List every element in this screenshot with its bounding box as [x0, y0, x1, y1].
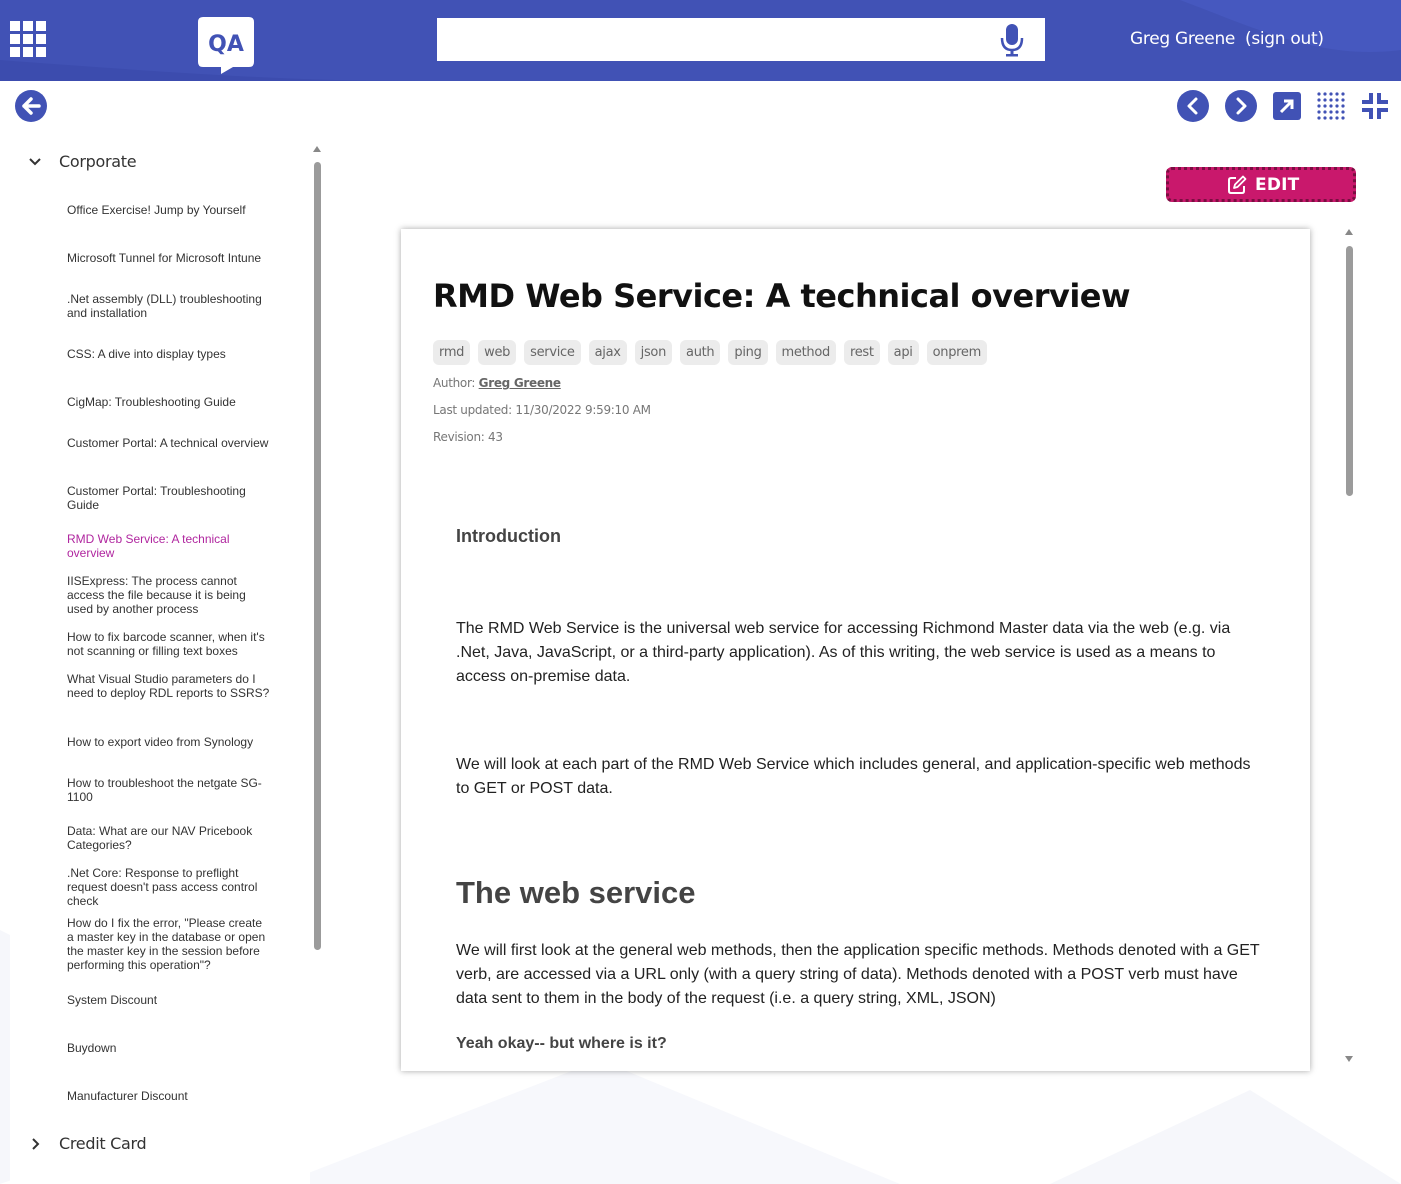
chevron-left-icon — [1187, 97, 1198, 115]
back-button[interactable] — [15, 90, 47, 122]
edit-button[interactable]: EDIT — [1166, 167, 1356, 202]
next-button[interactable] — [1225, 90, 1257, 122]
tag[interactable]: method — [775, 340, 836, 365]
open-external-icon[interactable] — [1272, 91, 1302, 121]
category-corporate[interactable]: Corporate — [10, 147, 310, 177]
category-credit-card[interactable]: Credit Card — [10, 1129, 310, 1159]
sidebar-item[interactable]: Customer Portal: Troubleshooting Guide — [67, 484, 272, 512]
grid-dots-icon[interactable] — [1316, 91, 1346, 121]
intro-paragraph-2: We will look at each part of the RMD Web… — [456, 756, 1251, 797]
tag[interactable]: web — [478, 340, 517, 365]
tag[interactable]: ping — [728, 340, 768, 365]
microphone-icon[interactable] — [1000, 23, 1024, 57]
logo-bubble-icon: QA — [198, 17, 254, 74]
sidebar-item[interactable]: How to fix barcode scanner, when it's no… — [67, 630, 272, 658]
sidebar-item[interactable]: Office Exercise! Jump by Yourself — [67, 203, 272, 217]
author-line: Author: Greg Greene — [433, 376, 561, 390]
article-scrollbar-thumb[interactable] — [1346, 246, 1353, 496]
logo-text: QA — [208, 32, 244, 57]
sidebar-item[interactable]: How do I fix the error, "Please create a… — [67, 916, 272, 972]
tag[interactable]: onprem — [926, 340, 987, 365]
sidebar-item-active[interactable]: RMD Web Service: A technical overview — [67, 532, 272, 560]
sidebar-item[interactable]: System Discount — [67, 993, 272, 1007]
sidebar-item[interactable]: How to export video from Synology — [67, 735, 272, 749]
author-link[interactable]: Greg Greene — [479, 376, 561, 390]
previous-button[interactable] — [1177, 90, 1209, 122]
sidebar-item[interactable]: How to troubleshoot the netgate SG-1100 — [67, 776, 272, 804]
user-name[interactable]: Greg Greene — [1130, 29, 1235, 49]
tag[interactable]: service — [524, 340, 581, 365]
tag[interactable]: ajax — [588, 340, 627, 365]
article-scroll-up[interactable] — [1345, 229, 1353, 235]
sidebar-scroll-up[interactable] — [313, 146, 321, 152]
sidebar-item[interactable]: IISExpress: The process cannot access th… — [67, 574, 272, 616]
article-title: RMD Web Service: A technical overview — [433, 277, 1131, 315]
sidebar-item[interactable]: Buydown — [67, 1041, 272, 1055]
tag[interactable]: api — [887, 340, 919, 365]
sidebar-item[interactable]: .Net Core: Response to preflight request… — [67, 866, 272, 908]
intro-heading: Introduction — [456, 526, 561, 546]
sidebar-item[interactable]: CigMap: Troubleshooting Guide — [67, 395, 272, 409]
search-box — [437, 18, 1045, 61]
last-updated: Last updated: 11/30/2022 9:59:10 AM — [433, 403, 651, 417]
sidebar-item[interactable]: Customer Portal: A technical overview — [67, 436, 272, 450]
apps-grid-icon[interactable] — [10, 21, 47, 58]
tag[interactable]: auth — [680, 340, 721, 365]
search-input[interactable] — [437, 18, 1011, 61]
tag[interactable]: rest — [843, 340, 880, 365]
edit-pencil-icon — [1228, 175, 1247, 194]
sidebar-item[interactable]: What Visual Studio parameters do I need … — [67, 672, 272, 700]
collapse-icon[interactable] — [1360, 91, 1390, 121]
sidebar-item[interactable]: Data: What are our NAV Pricebook Categor… — [67, 824, 272, 852]
chevron-down-icon — [29, 158, 41, 166]
sidebar-item[interactable]: .Net assembly (DLL) troubleshooting and … — [67, 292, 272, 320]
chevron-right-icon — [1236, 97, 1247, 115]
author-label: Author: — [433, 376, 479, 390]
where-is-it-heading: Yeah okay-- but where is it? — [456, 1035, 667, 1052]
back-arrow-icon — [22, 97, 41, 115]
qa-logo[interactable]: QA — [197, 16, 255, 74]
category-label: Corporate — [59, 152, 137, 171]
tag[interactable]: json — [634, 340, 673, 365]
intro-paragraph-1: The RMD Web Service is the universal web… — [456, 620, 1231, 685]
sidebar: Corporate Office Exercise! Jump by Yours… — [10, 130, 310, 1184]
edit-label: EDIT — [1255, 175, 1300, 195]
tag[interactable]: rmd — [433, 340, 471, 365]
sidebar-item[interactable]: Microsoft Tunnel for Microsoft Intune — [67, 251, 272, 265]
sidebar-item[interactable]: Manufacturer Discount — [67, 1089, 272, 1103]
top-bar: QA Greg Greene (sign out) — [0, 0, 1401, 81]
sidebar-scrollbar-thumb[interactable] — [314, 162, 321, 950]
category-label: Credit Card — [59, 1134, 147, 1153]
article-card: RMD Web Service: A technical overview rm… — [401, 229, 1310, 1071]
chevron-right-icon — [32, 1138, 40, 1150]
tag-list: rmd web service ajax json auth ping method rest a… — [433, 340, 995, 365]
sign-out-link[interactable]: (sign out) — [1245, 29, 1324, 49]
sidebar-item[interactable]: CSS: A dive into display types — [67, 347, 272, 361]
article-scroll-down[interactable] — [1345, 1056, 1353, 1062]
web-service-heading: The web service — [456, 875, 696, 910]
revision: Revision: 43 — [433, 430, 503, 444]
web-service-paragraph: We will first look at the general web me… — [456, 942, 1260, 1007]
